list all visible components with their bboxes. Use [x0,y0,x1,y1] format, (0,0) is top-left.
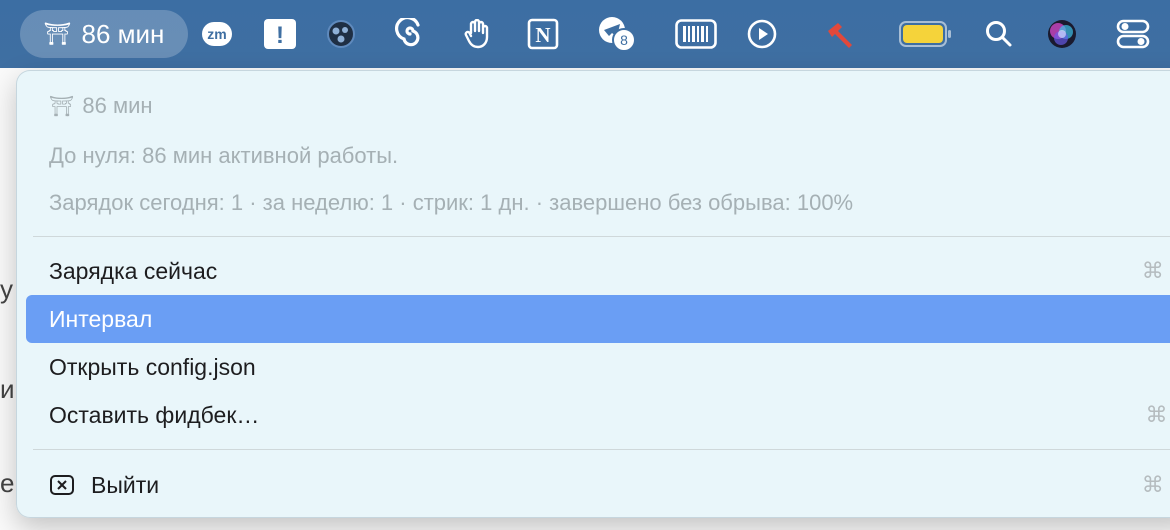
barcode-icon[interactable] [673,0,719,68]
svg-text:zm: zm [207,26,226,42]
menu-item-interval[interactable]: Интервал › [26,295,1170,343]
search-icon[interactable] [982,0,1016,68]
hand-icon[interactable] [460,0,494,68]
stats-text: Зарядок сегодня: 1 · за неделю: 1 · стри… [49,190,854,215]
zoom-icon[interactable]: zm [199,0,235,68]
menu-header-label: 86 мин [82,93,153,118]
menu-separator [33,449,1170,450]
menu-item-label: Интервал [49,305,153,332]
background-text: у [0,274,13,304]
play-icon[interactable] [745,0,779,68]
until-zero-text: До нуля: 86 мин активной работы. [49,143,399,168]
battery-icon [898,0,954,68]
background-text: и [0,374,15,404]
menu-separator [33,236,1170,237]
menu-header-title: ⛩ 86 мин [49,93,153,119]
timer-status-item[interactable]: ⛩ 86 мин [20,10,188,58]
menu-item-quit[interactable]: Выйти ⌘ Q [26,461,1170,509]
svg-text:!: ! [276,22,284,49]
menu-item-charge-now[interactable]: Зарядка сейчас ⌘ G [26,247,1170,295]
shortcut-label: ⌘ Q [1141,472,1170,497]
menu-item-label: Открыть config.json [49,353,256,380]
shortcut-label: ⌘ F [1145,402,1170,427]
menu-item-label: Оставить фидбек… [49,401,260,428]
menu-item-open-config[interactable]: Открыть config.json [26,343,1170,391]
menu-item-label: Зарядка сейчас [49,257,218,284]
menu-item-feedback[interactable]: Оставить фидбек… ⌘ F [26,391,1170,439]
telegram-icon[interactable]: 8 [596,0,640,68]
menu-item-label: Выйти [91,471,160,498]
torii-icon: ⛩ [49,96,75,118]
control-center-icon[interactable] [1114,0,1152,68]
notion-icon[interactable]: N [525,0,561,68]
timer-status-label: 86 мин [81,18,165,49]
svg-text:N: N [535,23,550,47]
background-text: е [0,468,15,498]
menu-bar: ⛩ 86 мин zm ! N 8 [0,0,1170,68]
close-box-icon [49,474,75,496]
shortcut-label: ⌘ G [1141,258,1170,283]
torii-icon: ⛩ [43,21,72,46]
hammer-icon[interactable] [822,0,858,68]
siri-icon[interactable] [1043,0,1081,68]
dropdown-menu: ⛩ 86 мин До нуля: 86 мин активной работы.… [16,70,1170,518]
alert-icon[interactable]: ! [262,0,298,68]
svg-text:8: 8 [620,32,628,48]
spiral-icon[interactable] [392,0,428,68]
app-dots-icon[interactable] [324,0,358,68]
